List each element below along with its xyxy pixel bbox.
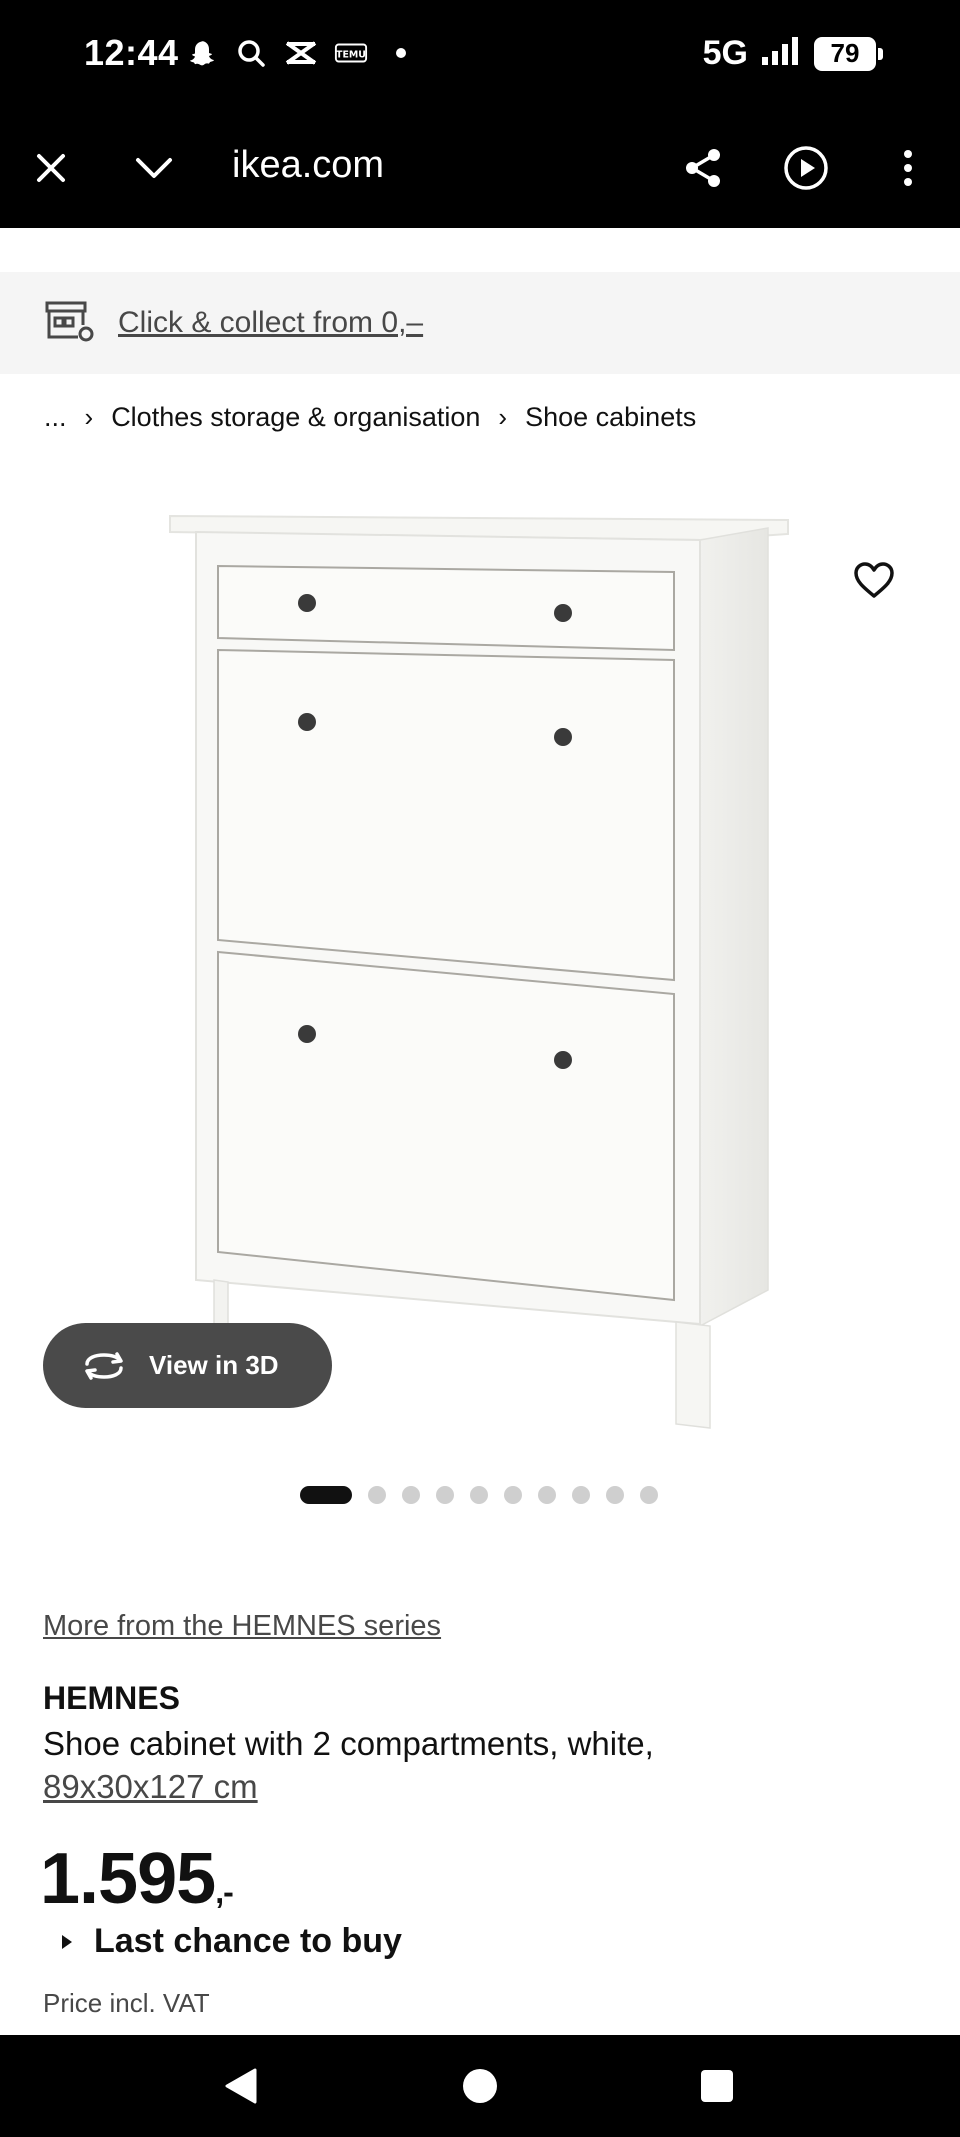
system-nav-bar <box>0 2035 960 2137</box>
breadcrumb-ellipsis[interactable]: ... <box>44 402 67 433</box>
notification-dot-icon <box>384 36 418 70</box>
more-vert-icon <box>904 150 912 186</box>
status-bar: 12:44 TEMU 5G 79 <box>0 0 960 108</box>
product-description: Shoe cabinet with 2 compartments, white,… <box>43 1722 803 1808</box>
price-suffix: ,- <box>215 1874 234 1910</box>
store-icon <box>44 299 94 348</box>
home-icon <box>463 2069 497 2103</box>
temu-icon <box>284 36 318 70</box>
breadcrumb-shoe-cabinets[interactable]: Shoe cabinets <box>525 402 696 433</box>
last-chance-status[interactable]: Last chance to buy <box>60 1922 402 1961</box>
carousel-dot[interactable] <box>470 1486 488 1504</box>
product-image[interactable] <box>0 470 960 1460</box>
expand-button[interactable] <box>124 138 184 198</box>
click-collect-banner[interactable]: Click & collect from 0,– <box>0 272 960 374</box>
click-collect-link[interactable]: Click & collect from 0,– <box>118 306 423 340</box>
svg-text:TEMU: TEMU <box>336 50 366 61</box>
carousel-dot[interactable] <box>436 1486 454 1504</box>
heart-icon <box>854 562 894 598</box>
breadcrumb-clothes-storage[interactable]: Clothes storage & organisation <box>111 402 480 433</box>
signal-icon <box>760 35 802 72</box>
play-button[interactable] <box>776 138 836 198</box>
carousel-indicator <box>300 1486 658 1504</box>
share-button[interactable] <box>673 138 733 198</box>
back-icon <box>225 2068 257 2104</box>
status-time: 12:44 <box>84 32 179 73</box>
snapchat-icon <box>184 36 218 70</box>
recents-button[interactable] <box>692 2061 742 2111</box>
status-right: 5G 79 <box>702 34 883 73</box>
browser-toolbar: ikea.com <box>0 108 960 228</box>
url-text[interactable]: ikea.com <box>232 144 384 187</box>
chevron-down-icon <box>136 158 172 178</box>
breadcrumb: ... › Clothes storage & organisation › S… <box>44 402 696 433</box>
close-icon <box>37 154 65 182</box>
carousel-dot[interactable] <box>640 1486 658 1504</box>
carousel-dot[interactable] <box>606 1486 624 1504</box>
breadcrumb-separator: › <box>498 402 508 432</box>
back-button[interactable] <box>216 2061 266 2111</box>
temu-badge-icon: TEMU <box>334 36 368 70</box>
carousel-dot-active[interactable] <box>300 1486 352 1504</box>
carousel-dot[interactable] <box>538 1486 556 1504</box>
play-icon <box>784 146 828 190</box>
product-dimensions-link[interactable]: 89x30x127 cm <box>43 1768 258 1805</box>
close-button[interactable] <box>21 138 81 198</box>
carousel-dot[interactable] <box>572 1486 590 1504</box>
caret-right-icon <box>62 1934 72 1949</box>
shoe-cabinet-illustration <box>169 514 789 1429</box>
breadcrumb-separator: › <box>84 402 94 432</box>
view-in-3d-button[interactable]: View in 3D <box>43 1323 332 1408</box>
view-in-3d-label: View in 3D <box>149 1350 279 1380</box>
rotate-3d-icon <box>85 1351 123 1380</box>
carousel-dot[interactable] <box>368 1486 386 1504</box>
product-description-text: Shoe cabinet with 2 compartments, white, <box>43 1725 654 1762</box>
home-button[interactable] <box>455 2061 505 2111</box>
price-value: 1.595 <box>40 1839 216 1919</box>
last-chance-label: Last chance to buy <box>94 1922 402 1960</box>
series-link[interactable]: More from the HEMNES series <box>43 1610 441 1643</box>
product-brand: HEMNES <box>43 1680 180 1716</box>
carousel-dot[interactable] <box>504 1486 522 1504</box>
share-icon <box>686 149 720 187</box>
network-type: 5G <box>702 34 748 72</box>
battery-icon: 79 <box>814 36 883 71</box>
favourite-button[interactable] <box>848 554 900 606</box>
search-icon <box>234 36 268 70</box>
more-menu-button[interactable] <box>878 138 938 198</box>
vat-note: Price incl. VAT <box>43 1988 210 2018</box>
recents-icon <box>701 2070 733 2102</box>
carousel-dot[interactable] <box>402 1486 420 1504</box>
battery-level: 79 <box>830 38 860 68</box>
status-app-icons: TEMU <box>184 36 418 70</box>
product-price: 1.595,- <box>40 1838 234 1920</box>
